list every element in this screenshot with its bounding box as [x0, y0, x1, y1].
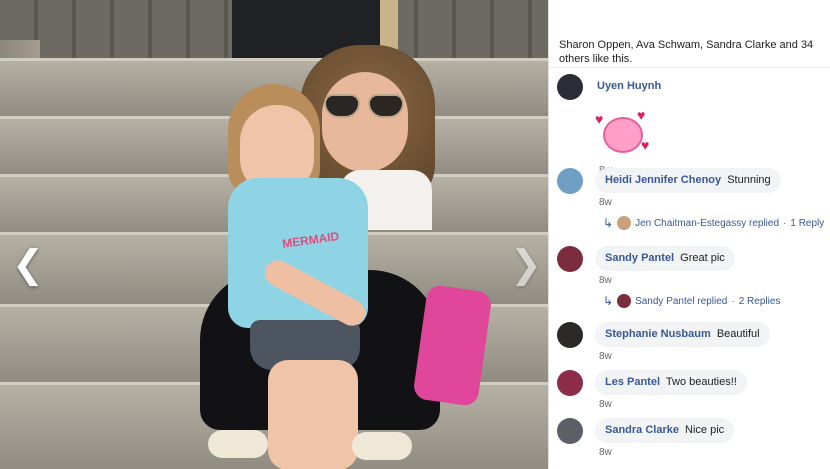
- comment-bubble: Uyen Huynh: [595, 74, 674, 99]
- comment-bubble: Sandra Clarke Nice pic: [595, 418, 735, 443]
- pink-bunny-sticker: ♥ ♥ ♥: [595, 107, 650, 153]
- replier-text[interactable]: Jen Chaitman-Estegassy replied: [635, 218, 779, 229]
- avatar[interactable]: [557, 322, 583, 348]
- photo-viewer[interactable]: MERMAID ❮ ❯: [0, 0, 548, 469]
- comment-bubble: Sandy Pantel Great pic: [595, 246, 735, 271]
- avatar[interactable]: [557, 370, 583, 396]
- comment-bubble: Heidi Jennifer Chenoy Stunning: [595, 168, 781, 193]
- avatar[interactable]: [557, 246, 583, 272]
- avatar[interactable]: [557, 168, 583, 194]
- avatar[interactable]: [557, 74, 583, 100]
- view-replies-link[interactable]: ↳ Jen Chaitman-Estegassy replied · 1 Rep…: [603, 216, 830, 230]
- avatar[interactable]: [557, 418, 583, 444]
- comment-author[interactable]: Sandy Pantel: [605, 252, 674, 264]
- comment-item: Stephanie Nusbaum Beautiful 8w: [557, 322, 830, 370]
- chevron-right-icon[interactable]: ❯: [510, 245, 542, 285]
- comment-item: Uyen Huynh ♥ ♥ ♥ 8w: [557, 74, 830, 176]
- reply-count[interactable]: 1 Reply: [790, 218, 824, 229]
- comment-time[interactable]: 8w: [599, 351, 830, 362]
- comment-time[interactable]: 8w: [599, 197, 830, 208]
- comments-panel: Sharon Oppen, Ava Schwam, Sandra Clarke …: [548, 0, 830, 469]
- comment-author[interactable]: Uyen Huynh: [597, 80, 661, 92]
- comment-text: Two beauties!!: [665, 376, 737, 388]
- comment-text: Nice pic: [685, 424, 725, 436]
- likes-summary[interactable]: Sharon Oppen, Ava Schwam, Sandra Clarke …: [549, 0, 830, 68]
- comment-item: Sandra Clarke Nice pic 8w: [557, 418, 830, 466]
- comment-item: Les Pantel Two beauties!! 8w: [557, 370, 830, 418]
- comment-author[interactable]: Stephanie Nusbaum: [605, 328, 711, 340]
- comment-time[interactable]: 8w: [599, 447, 830, 458]
- separator: ·: [783, 217, 787, 229]
- comment-text: Stunning: [727, 174, 771, 186]
- comment-time[interactable]: 8w: [599, 399, 830, 410]
- separator: ·: [731, 295, 735, 307]
- comment-author[interactable]: Sandra Clarke: [605, 424, 679, 436]
- reply-arrow-icon: ↳: [603, 294, 614, 308]
- previous-photo-glyph: ❮: [12, 244, 44, 286]
- avatar: [617, 294, 632, 308]
- comment-text: Beautiful: [716, 328, 760, 340]
- comment-text: Great pic: [680, 252, 725, 264]
- comment-bubble: Stephanie Nusbaum Beautiful: [595, 322, 770, 347]
- next-photo-glyph: ❯: [510, 244, 542, 286]
- view-replies-link[interactable]: ↳ Sandy Pantel replied · 2 Replies: [603, 294, 830, 308]
- comment-time[interactable]: 8w: [599, 275, 830, 286]
- chevron-left-icon[interactable]: ❮: [12, 245, 44, 285]
- likes-text[interactable]: Sharon Oppen, Ava Schwam, Sandra Clarke …: [559, 39, 813, 65]
- comment-author[interactable]: Heidi Jennifer Chenoy: [605, 174, 721, 186]
- comment-bubble: Les Pantel Two beauties!!: [595, 370, 747, 395]
- reply-arrow-icon: ↳: [603, 216, 614, 230]
- avatar: [617, 216, 632, 230]
- comment-author[interactable]: Les Pantel: [605, 376, 660, 388]
- reply-count[interactable]: 2 Replies: [739, 296, 781, 307]
- comment-item: Heidi Jennifer Chenoy Stunning 8w ↳ Jen …: [557, 168, 830, 246]
- replier-text[interactable]: Sandy Pantel replied: [635, 296, 727, 307]
- comment-item: Sandy Pantel Great pic 8w ↳ Sandy Pantel…: [557, 246, 830, 322]
